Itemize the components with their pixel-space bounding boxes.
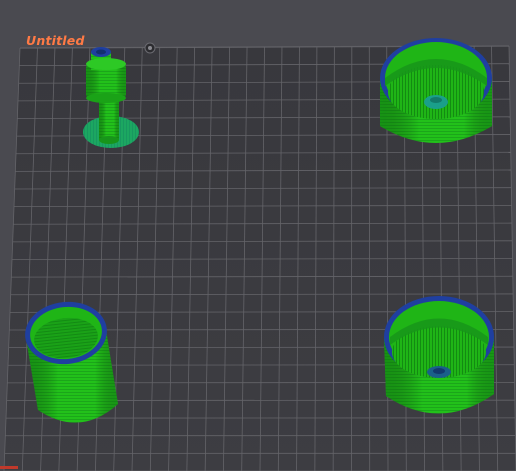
plate-name-label[interactable]: Untitled [26, 33, 85, 48]
axis-indicator [0, 466, 18, 469]
printer-logo-icon [144, 42, 156, 54]
object-2-cup[interactable] [380, 38, 492, 143]
viewport-canvas[interactable] [0, 0, 516, 471]
object-4-cup[interactable] [384, 296, 494, 414]
viewport-3d[interactable]: Untitled [0, 0, 516, 471]
